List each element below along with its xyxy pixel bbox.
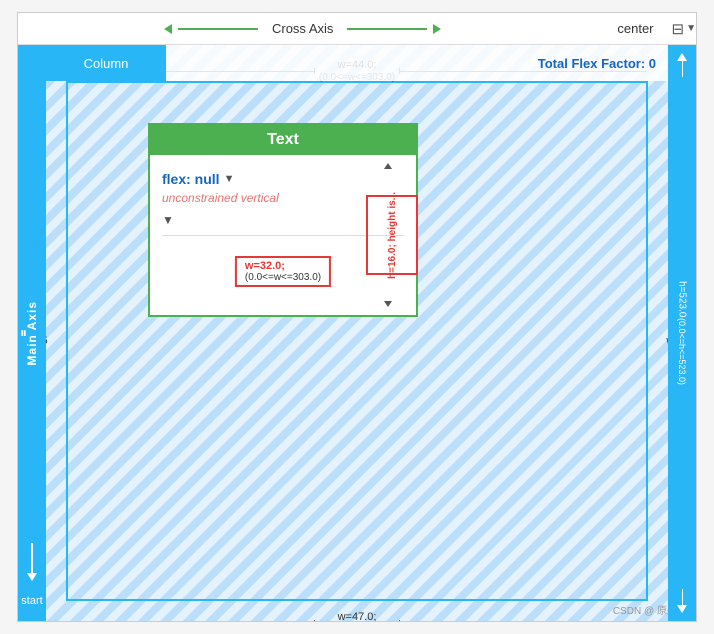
main-axis-arrow-down — [27, 543, 37, 581]
w32-sub: (0.0<=w<=303.0) — [245, 272, 321, 283]
left-w-label: w=7.5 — [46, 335, 48, 347]
start-label: start — [21, 595, 42, 607]
right-bar: h=523.0 (0.0<=h<=523.0) — [668, 45, 696, 621]
cross-axis-line2 — [347, 28, 427, 30]
arrow-right-icon — [433, 24, 441, 34]
right-arrow-down-icon — [677, 589, 687, 613]
center-label: center — [617, 21, 653, 36]
widget-title: Text — [267, 131, 299, 148]
right-h-label: h=523.0 — [677, 281, 688, 317]
cross-axis-arrow: Cross Axis — [18, 21, 587, 36]
align-icon: ⊟ — [672, 20, 685, 38]
flex-null-dropdown-icon[interactable]: ▼ — [224, 173, 235, 185]
column-label: Column — [84, 56, 129, 71]
meas-bottom: w=47.0; (0.0<=w<=303.0) — [68, 611, 646, 621]
right-arrow-up-icon — [677, 53, 687, 77]
flex-null[interactable]: flex: null ▼ — [162, 171, 404, 187]
main-axis-label: Main Axis — [25, 301, 39, 366]
header-row: Column Total Flex Factor: 0 — [46, 45, 668, 81]
cross-axis-label: Cross Axis — [272, 21, 333, 36]
widget-header: Text — [150, 125, 416, 155]
h-box: h=16.0; height is... — [366, 195, 418, 275]
widget-body: flex: null ▼ unconstrained vertical ▼ h=… — [150, 155, 416, 315]
right-h-sub: (0.0<=h<=523.0) — [677, 318, 687, 385]
canvas-area: Column Total Flex Factor: 0 w=44.0; (0.0… — [46, 45, 668, 621]
outer-box: w=44.0; (0.0<=w<=303.0) w=7.5 w=7.5 — [66, 81, 648, 601]
cross-axis-line — [178, 28, 258, 30]
w32-box: w=32.0; (0.0<=w<=303.0) — [235, 256, 331, 287]
main-area: Main Axis start ⏸ h=523.0 (0.0<=h<=523.0… — [18, 45, 696, 621]
vert-arrow-top-icon — [384, 163, 392, 169]
w32-label: w=32.0; — [245, 260, 321, 272]
top-bar: Cross Axis center ⊟ ▼ — [18, 13, 696, 45]
flex-null-label: flex: null — [162, 171, 220, 187]
total-flex: Total Flex Factor: 0 — [166, 45, 668, 81]
dropdown-arrow-icon[interactable]: ▼ — [686, 23, 696, 34]
total-flex-label: Total Flex Factor: 0 — [538, 56, 656, 71]
pause-icon: ⏸ — [20, 325, 27, 342]
main-axis-bar: Main Axis start ⏸ — [18, 45, 46, 621]
meas-left: w=7.5 — [46, 335, 48, 347]
arrow-left-icon — [164, 24, 172, 34]
column-tab[interactable]: Column — [46, 45, 166, 81]
inner-widget: Text flex: null ▼ unconstrained vertical… — [148, 123, 418, 317]
h-box-text: h=16.0; height is... — [387, 192, 398, 279]
bottom-w-label: w=47.0; — [338, 611, 377, 621]
vert-arrow-bottom-icon — [384, 301, 392, 307]
